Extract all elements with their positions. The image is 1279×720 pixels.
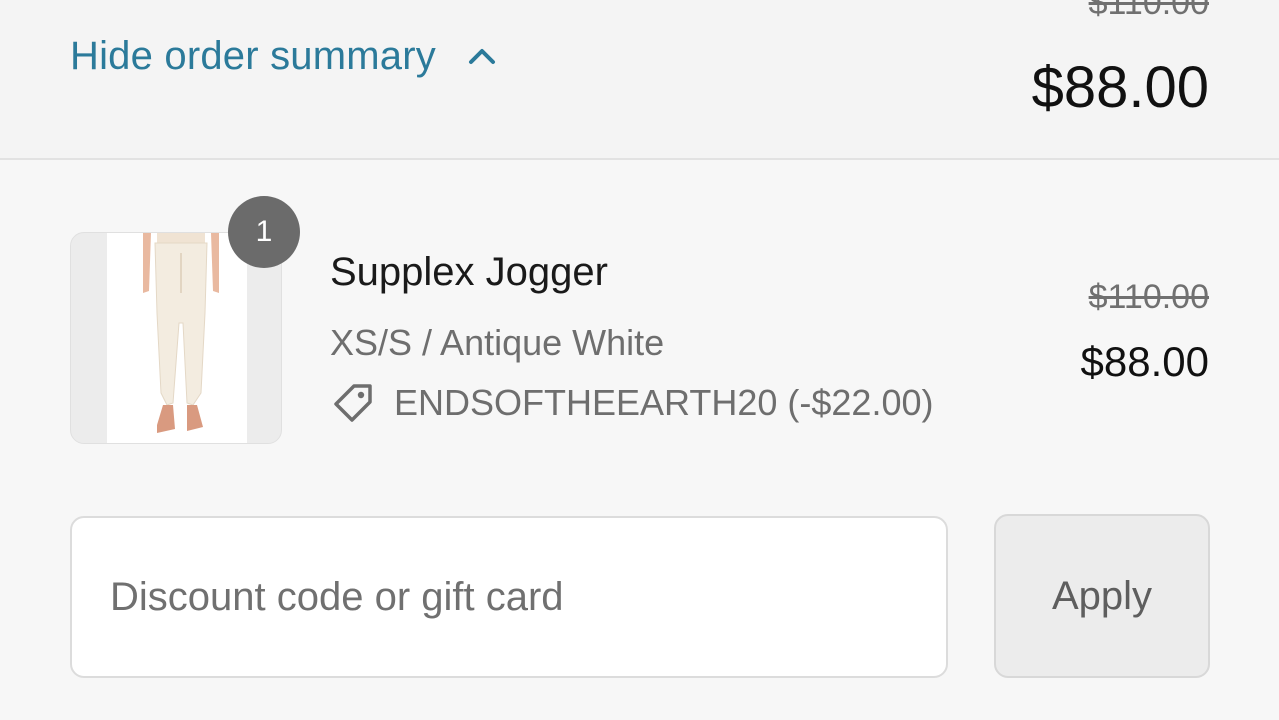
product-price: $88.00 (1080, 338, 1209, 385)
order-summary-bar: Hide order summary $110.00 $88.00 (0, 0, 1279, 160)
apply-button[interactable]: Apply (994, 514, 1210, 678)
tag-icon (330, 380, 376, 426)
product-variant: XS/S / Antique White (330, 322, 665, 363)
summary-original-total: $110.00 (1088, 0, 1209, 22)
product-name: Supplex Jogger (330, 250, 608, 294)
order-summary-toggle[interactable]: Hide order summary (70, 28, 498, 84)
order-summary-toggle-label: Hide order summary (70, 33, 436, 78)
product-original-price: $110.00 (1088, 278, 1209, 316)
product-image (107, 233, 247, 443)
discount-code-input[interactable] (70, 516, 948, 678)
quantity-badge: 1 (228, 196, 300, 268)
order-summary-content: 1 Supplex Jogger XS/S / Antique White EN… (0, 160, 1279, 720)
applied-discount: ENDSOFTHEEARTH20 (-$22.00) (330, 378, 934, 428)
discount-code-label: ENDSOFTHEEARTH20 (-$22.00) (394, 382, 934, 423)
chevron-up-icon (466, 40, 498, 72)
summary-total: $88.00 (1031, 55, 1209, 120)
